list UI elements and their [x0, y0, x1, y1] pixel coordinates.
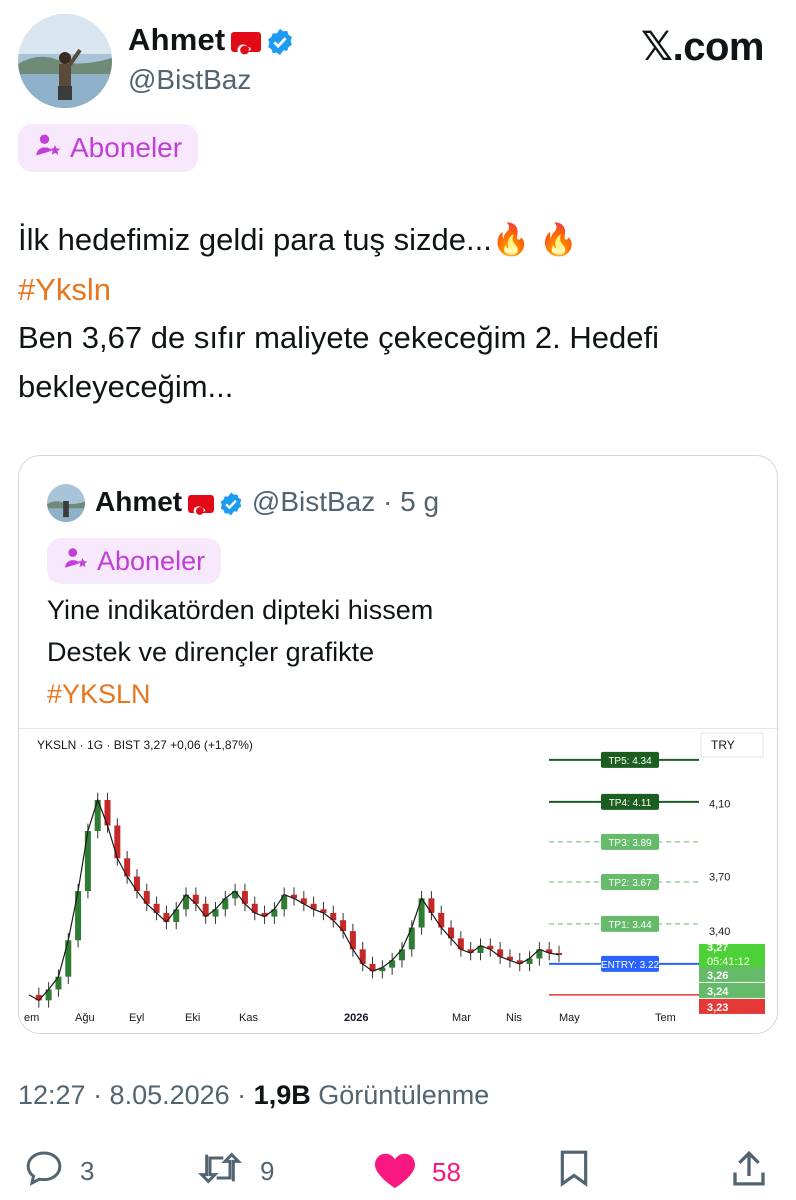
tweet-timestamp[interactable]: 12:27 · 8.05.2026 ·: [18, 1080, 254, 1110]
verified-badge-icon: [265, 27, 295, 57]
subscribers-badge[interactable]: Aboneler: [18, 124, 199, 172]
candle-body: [114, 825, 121, 859]
tweet-line: İlk hedefimiz geldi para tuş sizde...🔥 🔥: [18, 222, 578, 257]
tweet-line: Ben 3,67 de sıfır maliyete çekeceğim 2. …: [18, 320, 659, 355]
reply-count: 3: [80, 1156, 95, 1186]
heart-icon: [372, 1148, 418, 1197]
tweet-hashtag[interactable]: #Yksln: [18, 267, 111, 313]
retweet-button[interactable]: 9: [194, 1148, 274, 1195]
bookmark-button[interactable]: [554, 1148, 594, 1195]
subscriber-star-icon: [63, 545, 89, 578]
avatar[interactable]: [18, 14, 112, 108]
bookmark-icon: [554, 1148, 594, 1195]
x-tick-label: Tem: [655, 1012, 676, 1024]
subscribers-label: Aboneler: [70, 132, 183, 163]
candle-body: [65, 940, 72, 977]
quoted-author[interactable]: Ahmet @BistBaz · 5 g: [95, 486, 439, 518]
currency-label: TRY: [711, 738, 735, 752]
quoted-avatar[interactable]: [47, 484, 85, 522]
level-label: TP4: 4.11: [609, 798, 652, 809]
verified-badge-icon: [218, 491, 244, 517]
price-tag-label: 3,23: [707, 1002, 728, 1014]
y-tick-label: 3,70: [709, 872, 730, 884]
author-name[interactable]: Ahmet: [128, 22, 295, 58]
tweet-meta: 12:27 · 8.05.2026 · 1,9B Görüntülenme: [18, 1080, 489, 1111]
like-button[interactable]: 58: [372, 1148, 461, 1197]
retweet-count: 9: [260, 1156, 275, 1186]
retweet-icon: [194, 1148, 246, 1195]
candle-body: [84, 830, 91, 892]
quoted-line: Yine indikatörden dipteki hissem: [47, 595, 434, 625]
candle-body: [75, 891, 82, 941]
author-name-text: Ahmet: [128, 22, 226, 57]
price-tag-countdown: 05:41:12: [707, 956, 750, 968]
reply-button[interactable]: 3: [22, 1148, 94, 1195]
price-chart[interactable]: YKSLN · 1G · BIST 3,27 +0,06 (+1,87%) TR…: [19, 728, 777, 1033]
quoted-tweet[interactable]: Ahmet @BistBaz · 5 g Aboneler Yine indik…: [18, 455, 778, 1034]
quoted-line: Destek ve dirençler grafikte: [47, 637, 375, 667]
subscriber-star-icon: [34, 131, 62, 166]
subscribers-badge[interactable]: Aboneler: [47, 538, 222, 584]
quoted-author-name: Ahmet: [95, 486, 183, 517]
x-tick-label: 2026: [344, 1012, 368, 1024]
y-tick-label: 4,10: [709, 799, 730, 811]
x-tick-label: Kas: [239, 1012, 258, 1024]
x-tick-label: Eki: [185, 1012, 200, 1024]
chart-title: YKSLN · 1G · BIST 3,27 +0,06 (+1,87%): [37, 738, 253, 752]
price-tag-label: 3,27: [707, 942, 728, 954]
views-count: 1,9B: [253, 1080, 311, 1110]
level-label: TP3: 3.89: [608, 838, 652, 849]
level-label: TP5: 4.34: [608, 756, 652, 767]
views-label: Görüntülenme: [310, 1080, 490, 1110]
level-label: ENTRY: 3.22: [601, 960, 660, 971]
x-tick-label: Mar: [452, 1012, 471, 1024]
author-handle[interactable]: @BistBaz: [128, 64, 251, 96]
level-label: TP2: 3.67: [608, 878, 652, 889]
turkey-flag-icon: [231, 31, 262, 56]
like-count: 58: [432, 1157, 461, 1187]
subscribers-label: Aboneler: [97, 545, 206, 576]
x-tick-label: Ağu: [75, 1012, 95, 1024]
price-tag-label: 3,24: [707, 986, 729, 998]
chart-svg: YKSLN · 1G · BIST 3,27 +0,06 (+1,87%) TR…: [24, 732, 765, 1024]
reply-icon: [22, 1148, 66, 1195]
price-tag-label: 3,26: [707, 970, 728, 982]
x-logo[interactable]: 𝕏.com: [641, 24, 765, 70]
x-tick-label: Eyl: [129, 1012, 144, 1024]
y-tick-label: 3,40: [709, 926, 730, 938]
level-label: TP1: 3.44: [608, 920, 652, 931]
quoted-handle-time: @BistBaz · 5 g: [251, 486, 440, 517]
x-tick-label: May: [559, 1012, 580, 1024]
tweet-line: bekleyeceğim...: [18, 369, 234, 404]
turkey-flag-icon: [188, 494, 215, 516]
x-tick-label: em: [24, 1012, 39, 1024]
quoted-hashtag[interactable]: #YKSLN: [47, 673, 151, 715]
share-icon: [728, 1148, 770, 1197]
x-tick-label: Nis: [506, 1012, 522, 1024]
share-button[interactable]: [728, 1148, 770, 1197]
